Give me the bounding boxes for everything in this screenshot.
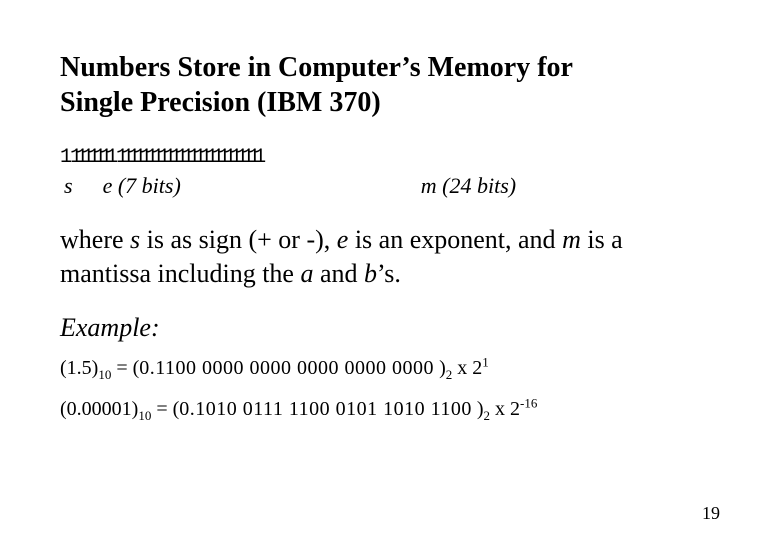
body-text-3: is an exponent, and — [348, 225, 562, 254]
body-text-6: ’s. — [377, 259, 401, 288]
title-line-2: Single Precision (IBM 370) — [60, 87, 381, 118]
eq2-lhs-base: 10 — [138, 408, 151, 423]
eq1-lhs-base: 10 — [98, 367, 111, 382]
page-number: 19 — [702, 503, 720, 524]
var-a: a — [300, 259, 313, 288]
equations-block: (1.5)10 = (0.1100 0000 0000 0000 0000 00… — [60, 357, 720, 421]
equation-1: (1.5)10 = (0.1100 0000 0000 0000 0000 00… — [60, 357, 720, 380]
eq2-mantissa: 0.1010 0111 1100 0101 1010 1100 — [179, 398, 472, 420]
var-m: m — [562, 225, 581, 254]
var-b: b — [364, 259, 377, 288]
bit-sign: 1 — [60, 146, 66, 169]
label-s: s — [64, 173, 73, 199]
example-heading: Example: — [60, 313, 720, 343]
body-text-5: and — [313, 259, 364, 288]
equation-2: (0.00001)10 = (0.1010 0111 1100 0101 101… — [60, 398, 720, 421]
slide: Numbers Store in Computer’s Memory for S… — [0, 0, 780, 540]
eq1-lhs-value: 1.5 — [67, 357, 92, 379]
title-line-1: Numbers Store in Computer’s Memory for — [60, 52, 573, 83]
eq1-rhs-base: 2 — [446, 367, 453, 382]
eq2-rhs-base: 2 — [484, 408, 491, 423]
bit-layout-row: 1 1111111 111111111111111111111111 — [60, 146, 720, 169]
bit-exponent: 1111111 — [70, 146, 112, 169]
slide-title: Numbers Store in Computer’s Memory for S… — [60, 50, 720, 120]
bit-labels-row: s e (7 bits) m (24 bits) — [60, 173, 720, 199]
eq2-exp: -16 — [520, 395, 537, 410]
var-s: s — [130, 225, 140, 254]
body-text-1: where — [60, 225, 130, 254]
body-paragraph: where s is as sign (+ or -), e is an exp… — [60, 223, 720, 291]
eq1-times: x 2 — [457, 357, 482, 379]
var-e: e — [337, 225, 349, 254]
eq2-lhs-value: 0.00001 — [67, 398, 132, 420]
eq1-mantissa: 0.1100 0000 0000 0000 0000 0000 — [139, 357, 434, 379]
label-m: m (24 bits) — [421, 173, 516, 199]
eq1-exp: 1 — [482, 354, 489, 369]
body-text-2: is as sign (+ or -), — [140, 225, 337, 254]
bit-mantissa: 111111111111111111111111 — [116, 146, 260, 169]
label-e: e (7 bits) — [103, 173, 181, 199]
eq2-times: x 2 — [495, 398, 520, 420]
